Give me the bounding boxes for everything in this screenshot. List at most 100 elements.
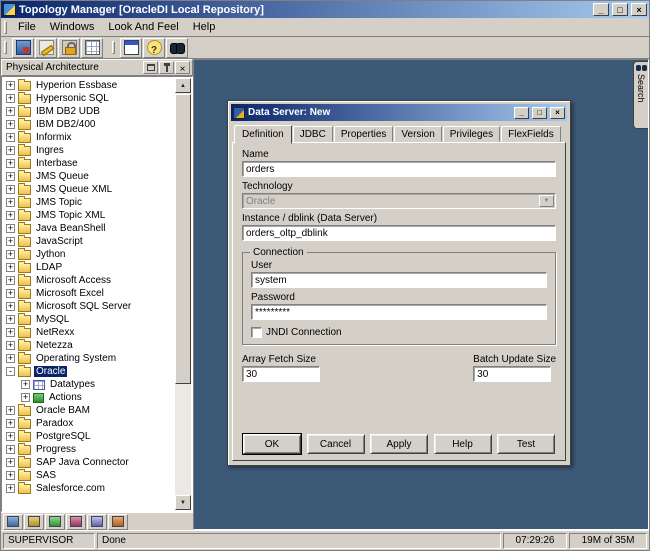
tree-expander[interactable]: + [6,250,15,259]
tree-item[interactable]: +SAS [3,469,175,482]
tree-item[interactable]: +MySQL [3,313,175,326]
tree-expander[interactable]: + [6,81,15,90]
menu-help[interactable]: Help [186,19,223,35]
pin-button[interactable] [159,61,174,74]
tree-item[interactable]: +Jython [3,248,175,261]
close-button[interactable]: × [631,3,647,16]
cancel-button[interactable]: Cancel [307,434,365,454]
tree-item[interactable]: +Paradox [3,417,175,430]
tree-expander[interactable]: + [6,133,15,142]
tree-expander[interactable]: + [6,237,15,246]
title-bar[interactable]: Topology Manager [OracleDI Local Reposit… [1,1,649,18]
tree-expander[interactable]: + [6,146,15,155]
tree-item[interactable]: -Oracle [3,365,175,378]
help-button[interactable]: Help [434,434,492,454]
tree-expander[interactable]: + [6,289,15,298]
tree-item[interactable]: +Microsoft Access [3,274,175,287]
logical-architecture-tab[interactable] [45,514,65,530]
tree-item[interactable]: +Interbase [3,157,175,170]
dialog-close-button[interactable]: × [550,107,565,119]
tree-item[interactable]: +Java BeanShell [3,222,175,235]
tree-expander[interactable]: + [6,276,15,285]
help-button[interactable] [143,38,165,58]
ok-button[interactable]: OK [243,434,301,454]
batch-update-input[interactable] [473,366,551,382]
tree-expander[interactable]: + [6,159,15,168]
tree-expander[interactable]: + [21,393,30,402]
toolbar-grip[interactable] [112,41,115,54]
tree-item[interactable]: +Netezza [3,339,175,352]
tree-expander[interactable]: + [6,94,15,103]
tree-expander[interactable]: + [6,406,15,415]
technology-combo[interactable]: Oracle ▼ [242,193,556,209]
tree-item[interactable]: +JMS Queue XML [3,183,175,196]
vertical-scrollbar[interactable]: ▲ ▼ [175,78,191,510]
tree-expander[interactable]: + [6,471,15,480]
search-button[interactable] [166,38,188,58]
tree-item[interactable]: +NetRexx [3,326,175,339]
tree-item[interactable]: +PostgreSQL [3,430,175,443]
menu-look-and-feel[interactable]: Look And Feel [101,19,185,35]
edit-button[interactable] [35,38,57,58]
tree-expander[interactable]: + [6,198,15,207]
tab-privileges[interactable]: Privileges [443,126,500,142]
tree-item[interactable]: +IBM DB2/400 [3,118,175,131]
menu-grip[interactable] [4,21,7,34]
scroll-down-button[interactable]: ▼ [175,495,191,510]
physical-architecture-tab[interactable] [3,514,23,530]
menu-windows[interactable]: Windows [43,19,102,35]
tree-item[interactable]: +Datatypes [3,378,175,391]
tree-expander[interactable]: + [6,458,15,467]
generic-actions-tab[interactable] [108,514,128,530]
tab-version[interactable]: Version [394,126,441,142]
tree-item[interactable]: +Ingres [3,144,175,157]
tree-item[interactable]: +LDAP [3,261,175,274]
jndi-checkbox[interactable] [251,327,262,338]
connect-repository-button[interactable] [12,38,34,58]
tree-item[interactable]: +Microsoft SQL Server [3,300,175,313]
repositories-tab[interactable] [87,514,107,530]
tree-expander[interactable]: + [6,341,15,350]
tree-expander[interactable]: + [6,328,15,337]
contexts-tab[interactable] [24,514,44,530]
tree-expander[interactable]: + [6,302,15,311]
tree-item[interactable]: +JMS Topic [3,196,175,209]
tree-expander[interactable]: + [6,354,15,363]
tree-expander[interactable]: + [6,224,15,233]
tree-item[interactable]: +Microsoft Excel [3,287,175,300]
tree-item[interactable]: +Progress [3,443,175,456]
tree-expander[interactable]: + [6,211,15,220]
apply-button[interactable]: Apply [370,434,428,454]
tree-item[interactable]: +Operating System [3,352,175,365]
tree-expander[interactable]: + [6,484,15,493]
float-button[interactable] [143,61,158,74]
close-button[interactable] [175,61,190,74]
tree-expander[interactable]: + [6,263,15,272]
dialog-maximize-button[interactable]: □ [532,107,547,119]
dialog-title-bar[interactable]: Data Server: New _ □ × [231,104,567,121]
tree-item[interactable]: +Actions [3,391,175,404]
tree-item[interactable]: +SAP Java Connector [3,456,175,469]
export-button[interactable] [81,38,103,58]
tree-expander[interactable]: + [21,380,30,389]
name-input[interactable] [242,161,556,177]
tree-expander[interactable]: + [6,185,15,194]
user-input[interactable] [251,272,547,288]
test-button[interactable]: Test [497,434,555,454]
minimize-button[interactable]: _ [593,3,609,16]
tree-item[interactable]: +IBM DB2 UDB [3,105,175,118]
tree-expander[interactable]: - [6,367,15,376]
designer-window-button[interactable] [120,38,142,58]
tree-expander[interactable]: + [6,120,15,129]
scroll-thumb[interactable] [175,94,191,384]
tree-expander[interactable]: + [6,419,15,428]
tree-item[interactable]: +Hypersonic SQL [3,92,175,105]
tab-definition[interactable]: Definition [234,125,292,144]
maximize-button[interactable]: □ [612,3,628,16]
tree-expander[interactable]: + [6,172,15,181]
tree-expander[interactable]: + [6,315,15,324]
tab-jdbc[interactable]: JDBC [293,126,333,142]
tab-properties[interactable]: Properties [334,126,394,142]
lock-button[interactable] [58,38,80,58]
tree-item[interactable]: +JavaScript [3,235,175,248]
